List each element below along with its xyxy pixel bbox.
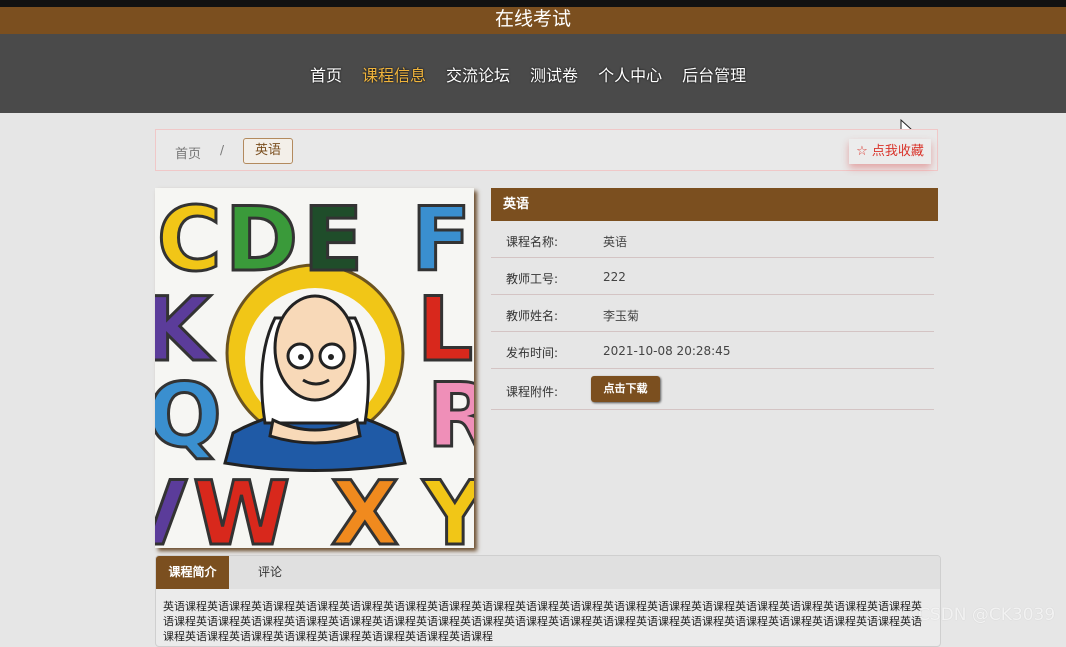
course-cover-image: C D E F K L Q R V W X Y xyxy=(155,188,474,548)
info-label: 教师姓名: xyxy=(506,309,559,323)
top-edge-bar xyxy=(0,0,1066,7)
letter-q: Q xyxy=(155,364,222,467)
info-value: 2021-10-08 20:28:45 xyxy=(603,344,731,358)
letter-f: F xyxy=(411,188,471,291)
letter-w: W xyxy=(193,462,290,548)
course-tabs: 课程简介 评论 英语课程英语课程英语课程英语课程英语课程英语课程英语课程英语课程… xyxy=(155,555,941,647)
nav-item-forum[interactable]: 交流论坛 xyxy=(436,62,520,86)
info-label: 教师工号: xyxy=(506,272,559,286)
letter-e: E xyxy=(303,188,363,291)
info-label: 发布时间: xyxy=(506,346,559,360)
watermark: CSDN @CK3039 xyxy=(918,605,1056,625)
letter-c: C xyxy=(157,188,222,291)
site-title: 在线考试 xyxy=(0,7,1066,34)
course-intro-text: 英语课程英语课程英语课程英语课程英语课程英语课程英语课程英语课程英语课程英语课程… xyxy=(163,600,922,643)
info-row-course-name: 课程名称: 英语 xyxy=(491,221,934,258)
nav-item-admin[interactable]: 后台管理 xyxy=(672,62,756,86)
breadcrumb-home-link[interactable]: 首页 xyxy=(175,143,201,162)
nav-item-personal-center[interactable]: 个人中心 xyxy=(588,62,672,86)
info-label: 课程名称: xyxy=(506,235,559,249)
breadcrumb: 首页 / 英语 ☆ 点我收藏 xyxy=(155,129,938,171)
main-nav: 首页 课程信息 交流论坛 测试卷 个人中心 后台管理 xyxy=(0,34,1066,113)
info-row-attachment: 课程附件: 点击下载 xyxy=(491,369,934,410)
download-button[interactable]: 点击下载 xyxy=(591,376,660,402)
info-value: 222 xyxy=(603,270,626,284)
tab-course-intro[interactable]: 课程简介 xyxy=(156,556,229,589)
alphabet-illustration: C D E F K L Q R V W X Y xyxy=(155,188,474,548)
info-value: 李玉菊 xyxy=(603,309,640,323)
nav-item-test-papers[interactable]: 测试卷 xyxy=(520,62,588,86)
breadcrumb-current: 英语 xyxy=(243,138,293,164)
nav-item-course-info[interactable]: 课程信息 xyxy=(352,62,436,86)
info-row-teacher-id: 教师工号: 222 xyxy=(491,258,934,295)
letter-y: Y xyxy=(422,462,474,548)
tab-comments[interactable]: 评论 xyxy=(258,556,282,589)
letter-x: X xyxy=(331,462,399,548)
letter-d: D xyxy=(225,188,298,291)
favorite-button[interactable]: ☆ 点我收藏 xyxy=(849,139,931,164)
tabs-header: 课程简介 评论 xyxy=(156,556,940,589)
course-info-panel: 英语 课程名称: 英语 教师工号: 222 教师姓名: 李玉菊 发布时间: 20… xyxy=(491,188,938,410)
course-info-header: 英语 xyxy=(491,188,938,221)
breadcrumb-separator: / xyxy=(220,143,225,157)
letter-v: V xyxy=(155,462,187,548)
letter-r: R xyxy=(427,364,474,467)
info-label: 课程附件: xyxy=(506,385,559,399)
nav-item-home[interactable]: 首页 xyxy=(300,62,352,86)
info-row-teacher-name: 教师姓名: 李玉菊 xyxy=(491,295,934,332)
info-value: 英语 xyxy=(603,235,628,249)
info-row-publish-time: 发布时间: 2021-10-08 20:28:45 xyxy=(491,332,934,369)
